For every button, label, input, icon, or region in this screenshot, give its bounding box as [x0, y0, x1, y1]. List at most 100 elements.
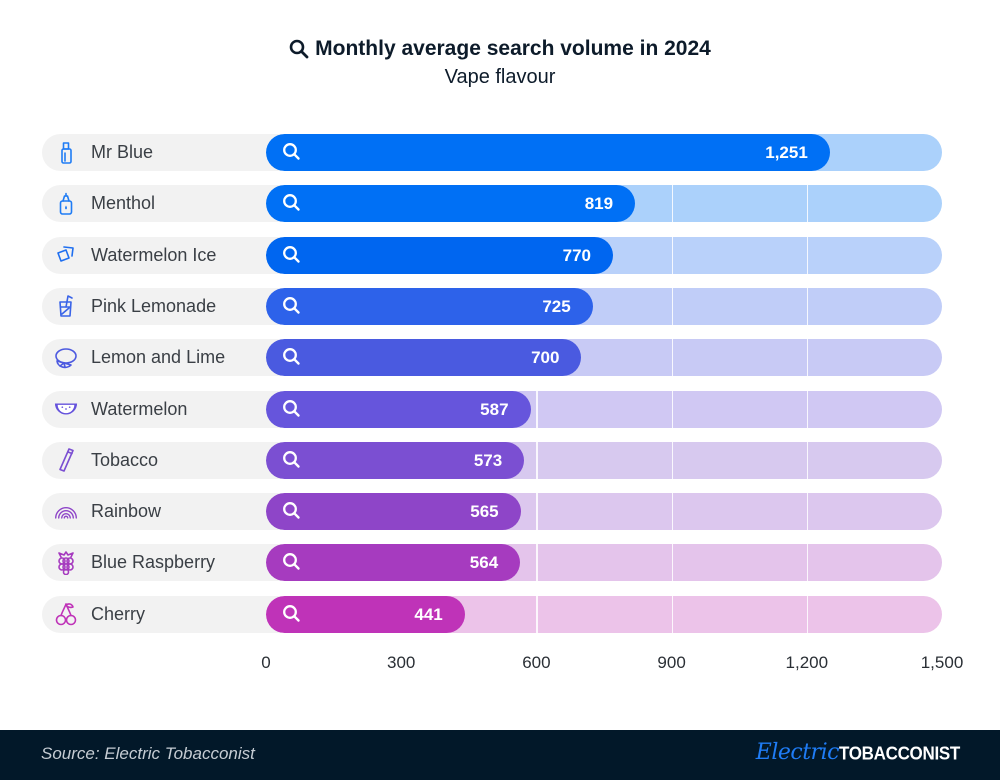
bar-track: 564 [266, 544, 942, 582]
source-text: Source: Electric Tobacconist [41, 744, 255, 763]
category-label: Blue Raspberry [91, 552, 216, 573]
gridline [671, 390, 674, 428]
gridline [671, 236, 674, 274]
gridline [806, 185, 809, 223]
category-label: Rainbow [91, 501, 162, 522]
x-tick-label: 300 [387, 653, 416, 672]
bar-row: Tobacco 573 [42, 441, 942, 479]
bar-search-icon [283, 348, 300, 365]
gridline [806, 339, 809, 377]
chart-title: Monthly average search volume in 2024 [0, 37, 1000, 61]
x-tick-label: 0 [261, 653, 271, 672]
bar-value-label: 1,251 [765, 143, 808, 162]
lemonade-glass-icon [54, 294, 78, 318]
x-tick-label: 600 [522, 653, 551, 672]
gridline [671, 287, 674, 325]
watermelon-slice-icon [54, 397, 78, 421]
x-tick-label: 1,200 [785, 653, 829, 672]
bar-row: Pink Lemonade 725 [42, 287, 942, 325]
bar-value-label: 725 [542, 296, 571, 316]
category-label: Watermelon Ice [91, 244, 217, 265]
bar-row: Rainbow 565 [42, 493, 942, 531]
bar-search-icon [283, 553, 300, 571]
cigarette-icon [54, 448, 78, 473]
bar-value-label: 770 [562, 245, 591, 265]
bar-search-icon [283, 296, 300, 314]
bar-value-label: 587 [480, 399, 509, 419]
gridline [671, 185, 674, 223]
x-tick-label: 1,500 [920, 653, 964, 672]
brand-logo: Electric TOBACCONIST [756, 740, 961, 770]
bar-row: Menthol 819 [42, 185, 942, 223]
gridline [536, 493, 538, 531]
gridline [536, 441, 538, 479]
bar: 587 [266, 390, 531, 428]
bar-value-label: 565 [470, 502, 499, 522]
bar: 573 [266, 441, 525, 479]
category-label-pill: Blue Raspberry [42, 544, 282, 582]
bar-row: Lemon and Lime 700 [42, 339, 942, 377]
chart-canvas: Monthly average search volume in 2024 Va… [0, 0, 1000, 780]
bar-track: 587 [266, 390, 942, 428]
ice-cubes-icon [54, 243, 78, 267]
gridline [806, 595, 809, 633]
bar: 725 [266, 287, 593, 325]
bar: 564 [266, 544, 521, 582]
bar-row: Mr Blue 1,251 [42, 134, 942, 171]
bar-track: 565 [266, 493, 942, 531]
gridline [671, 595, 674, 633]
bar-track: 819 [266, 185, 942, 223]
bar: 565 [266, 493, 521, 531]
category-label-pill: Watermelon Ice [42, 236, 282, 274]
gridline [671, 544, 674, 582]
category-label-pill: Lemon and Lime [42, 339, 282, 377]
bar-track: 573 [266, 441, 942, 479]
category-label: Menthol [91, 193, 156, 214]
category-label-pill: Tobacco [42, 441, 282, 479]
bar-search-icon [283, 399, 300, 417]
category-label-pill: Watermelon [42, 390, 282, 428]
bar-search-icon [283, 245, 300, 263]
gridline [536, 544, 538, 582]
bar: 441 [266, 595, 465, 633]
gridline [806, 441, 809, 479]
bar-search-icon [283, 450, 300, 468]
gridline [806, 544, 809, 582]
gridline [536, 595, 538, 633]
bar-value-label: 700 [531, 348, 560, 368]
search-icon [289, 39, 309, 59]
raspberry-icon [54, 551, 78, 575]
bar-row: Blue Raspberry 564 [42, 544, 942, 582]
bar-value-label: 564 [469, 553, 499, 573]
bar-track: 725 [266, 287, 942, 325]
cherry-icon [54, 602, 78, 626]
gridline [671, 441, 674, 479]
gridline [671, 493, 674, 531]
bar-track: 700 [266, 339, 942, 377]
bar-search-icon [283, 143, 300, 160]
bar-value-label: 573 [473, 450, 503, 470]
bar-search-icon [283, 502, 300, 519]
category-label: Tobacco [91, 449, 159, 470]
bar-search-icon [283, 194, 300, 211]
footer: Source: Electric Tobacconist Electric TO… [0, 730, 1000, 780]
bar-search-icon [283, 604, 300, 622]
bar: 819 [266, 185, 636, 223]
bar-row: Cherry 441 [42, 595, 942, 633]
category-label: Mr Blue [91, 142, 154, 162]
bar-track: 1,251 [266, 134, 942, 171]
bar-value-label: 819 [584, 194, 614, 214]
rainbow-icon [54, 500, 78, 524]
menthol-bottle-icon [54, 192, 78, 216]
brand-logo-caps: TOBACCONIST [838, 743, 960, 764]
category-label: Pink Lemonade [91, 295, 217, 316]
bar-value-label: 441 [414, 604, 443, 624]
category-label-pill: Rainbow [42, 493, 282, 531]
category-label-pill: Cherry [42, 595, 282, 633]
bar: 700 [266, 339, 582, 377]
category-label: Lemon and Lime [91, 347, 226, 368]
gridline [536, 390, 538, 428]
vape-bottle-icon [54, 141, 78, 165]
chart-title-text: Monthly average search volume in 2024 [315, 37, 711, 60]
chart-subtitle: Vape flavour [444, 66, 556, 88]
